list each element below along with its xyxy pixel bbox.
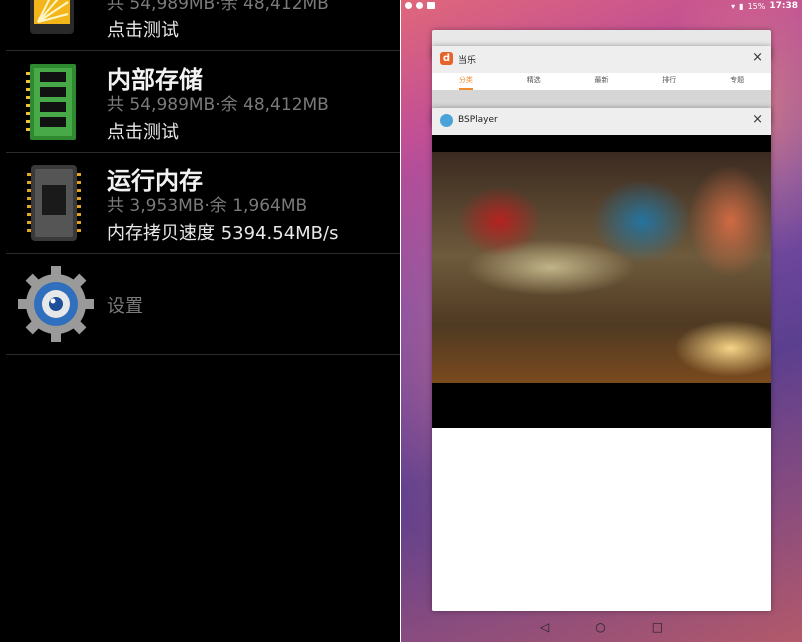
chip-icon: [27, 165, 81, 241]
dangle-app-icon: d: [440, 52, 453, 65]
status-bar: ▾ ▮ 15% 17:38: [401, 0, 802, 12]
tab-latest[interactable]: 最新: [594, 73, 608, 90]
back-icon[interactable]: ◁: [540, 620, 549, 634]
memory-board-icon: [26, 64, 76, 140]
recent-card-bsplayer[interactable]: BSPlayer ×: [432, 108, 771, 611]
list-item-internal-storage[interactable]: 内部存储 共 54,989MB·余 48,412MB 点击测试: [0, 52, 400, 153]
tab-featured[interactable]: 精选: [527, 73, 541, 90]
item-action[interactable]: 点击测试: [107, 118, 179, 144]
close-icon[interactable]: ×: [752, 50, 763, 65]
item-title: 设置: [107, 296, 143, 317]
wifi-icon: ▾: [731, 1, 736, 11]
item-subtitle: 共 54,989MB·余 48,412MB: [107, 95, 329, 115]
divider: [6, 354, 400, 355]
list-item-sd-storage[interactable]: 共 54,989MB·余 48,412MB 点击测试: [0, 0, 400, 51]
video-area: [432, 135, 771, 428]
card-header: d 当乐 ×: [432, 46, 771, 73]
close-icon[interactable]: ×: [752, 112, 763, 127]
card-blank-area: [432, 428, 771, 611]
card-header: BSPlayer ×: [432, 108, 771, 135]
image-icon: [427, 2, 435, 9]
item-action[interactable]: 点击测试: [107, 16, 179, 42]
recents-screen: ▾ ▮ 15% 17:38 d 当乐 × 分类 精选 最新 排行 专题 BSPl…: [401, 0, 802, 642]
item-subtitle: 共 54,989MB·余 48,412MB: [107, 0, 329, 14]
notification-icon: [405, 2, 412, 9]
divider: [6, 50, 400, 51]
tab-topics[interactable]: 专题: [730, 73, 744, 90]
card-title: BSPlayer: [458, 115, 498, 125]
video-frame: [432, 152, 771, 383]
clock: 17:38: [769, 1, 798, 11]
app-logo-letter: d: [442, 53, 451, 64]
recents-icon[interactable]: □: [652, 620, 663, 634]
cloud-icon: [416, 2, 423, 9]
tab-category[interactable]: 分类: [458, 73, 473, 90]
item-subtitle: 共 3,953MB·余 1,964MB: [107, 196, 308, 216]
left-panel: 共 54,989MB·余 48,412MB 点击测试 内部存储 共 54,989…: [0, 0, 400, 642]
list-item-settings[interactable]: 设置: [0, 254, 400, 355]
navigation-bar: ◁ ○ □: [401, 612, 802, 642]
bsplayer-app-icon: [440, 114, 453, 127]
dangle-tabs: 分类 精选 最新 排行 专题: [432, 73, 771, 90]
sd-card-icon: [30, 0, 74, 34]
card-title: 当乐: [458, 56, 477, 66]
battery-icon: ▮: [739, 1, 744, 11]
tab-ranking[interactable]: 排行: [662, 73, 676, 90]
list-item-ram[interactable]: 运行内存 共 3,953MB·余 1,964MB 内存拷贝速度 5394.54M…: [0, 153, 400, 254]
item-action[interactable]: 内存拷贝速度 5394.54MB/s: [107, 219, 338, 245]
home-icon[interactable]: ○: [595, 620, 605, 634]
battery-percent: 15%: [747, 1, 766, 11]
gear-icon: [18, 266, 94, 342]
